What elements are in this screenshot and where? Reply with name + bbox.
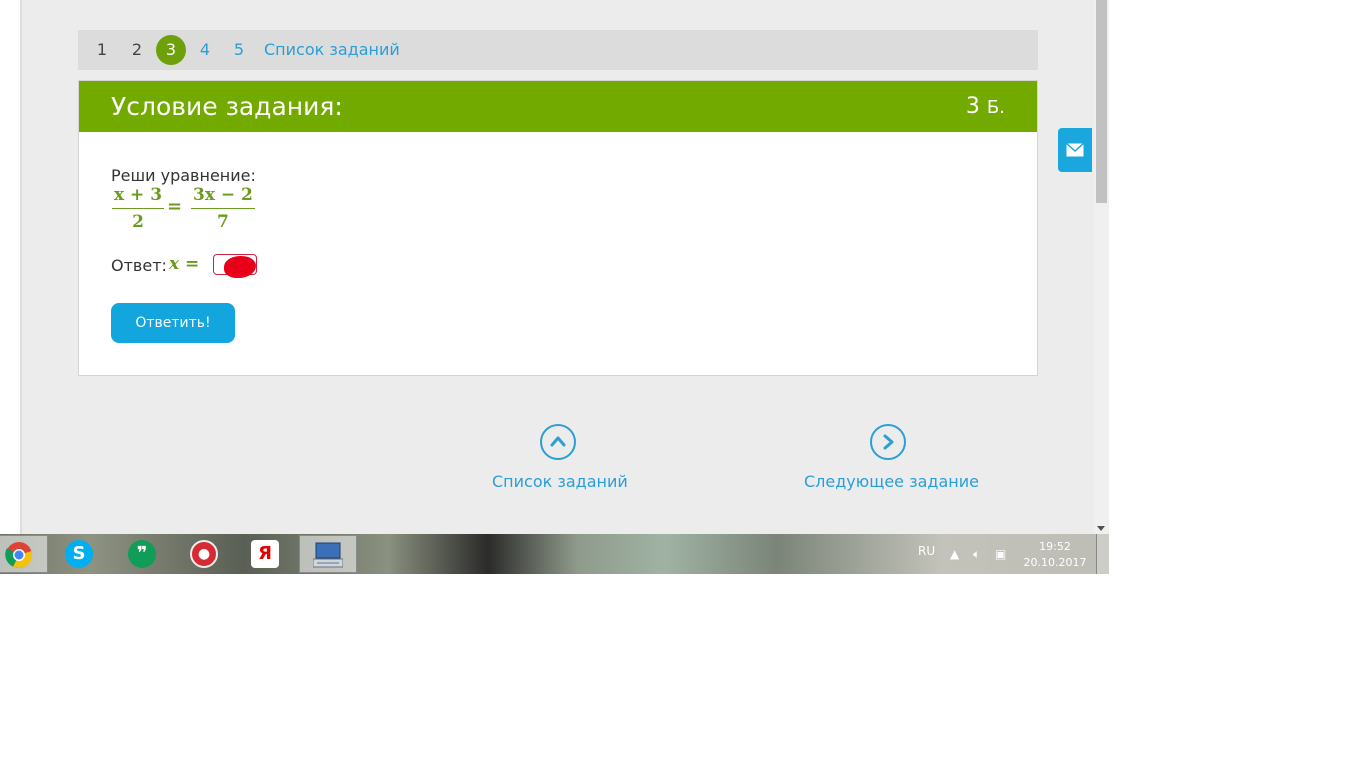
feedback-button[interactable] (1058, 128, 1092, 172)
equals-sign: = (167, 196, 183, 217)
scroll-down-arrow-icon[interactable] (1097, 526, 1105, 531)
submit-answer-button[interactable]: Ответить! (111, 303, 235, 343)
task-card: Условие задания: 3 Б. Реши уравнение: x … (78, 80, 1038, 376)
right-fraction: 3x − 2 7 (191, 185, 255, 232)
answer-variable: x = (169, 254, 200, 274)
keyboard-language[interactable]: RU (918, 544, 935, 558)
taskbar-chrome[interactable] (0, 535, 48, 573)
right-numerator: 3x − 2 (193, 185, 253, 205)
fraction-bar (191, 208, 255, 209)
clock-date: 20.10.2017 (1023, 556, 1087, 569)
show-desktop-button[interactable] (1096, 534, 1109, 574)
left-margin (0, 0, 22, 534)
yandex-icon: Я (251, 540, 279, 568)
record-icon: ● (190, 540, 218, 568)
page-link-1[interactable]: 1 (92, 30, 112, 70)
task-pagination: 1 2 3 4 5 Список заданий (78, 30, 1038, 70)
vertical-scrollbar[interactable] (1094, 0, 1109, 534)
red-scribble-overlay (224, 256, 256, 278)
network-icon[interactable]: ▣ (995, 547, 1006, 561)
volume-icon[interactable]: 🔈︎ (973, 547, 980, 562)
task-list-link[interactable]: Список заданий (264, 30, 400, 70)
task-header: Условие задания: 3 Б. (79, 81, 1037, 132)
left-numerator: x + 3 (114, 185, 163, 205)
task-list-nav-label: Список заданий (492, 472, 628, 491)
keyboard-icon (313, 542, 343, 568)
taskbar-media-player[interactable]: ● (175, 535, 233, 573)
task-prompt: Реши уравнение: (111, 166, 256, 185)
hangouts-icon: ❞ (128, 540, 156, 568)
chevron-up-icon (540, 424, 576, 460)
system-clock[interactable]: 19:52 20.10.2017 (1022, 539, 1088, 571)
page-current-3: 3 (156, 35, 186, 65)
answer-label: Ответ: (111, 256, 167, 275)
taskbar-yandex[interactable]: Я (236, 535, 294, 573)
taskbar: S ❞ ● Я RU ▲ 🔈︎ ▣ 19:52 20.10.2017 (0, 534, 1109, 574)
browser-viewport: 1 2 3 4 5 Список заданий Условие задания… (0, 0, 1109, 574)
page-link-2[interactable]: 2 (127, 30, 147, 70)
page-link-4[interactable]: 4 (195, 30, 215, 70)
fraction-bar (112, 208, 165, 209)
scrollbar-thumb[interactable] (1096, 0, 1107, 203)
score-unit: Б. (986, 97, 1005, 118)
answer-input[interactable] (213, 254, 257, 278)
task-title: Условие задания: (111, 92, 343, 121)
skype-icon: S (65, 540, 93, 568)
chevron-right-icon (870, 424, 906, 460)
page-link-5[interactable]: 5 (229, 30, 249, 70)
clock-time: 19:52 (1039, 540, 1071, 553)
taskbar-hangouts[interactable]: ❞ (113, 535, 171, 573)
task-list-nav[interactable]: Список заданий (492, 424, 628, 491)
chrome-icon (5, 542, 33, 569)
task-score: 3 Б. (966, 81, 1005, 133)
left-fraction: x + 3 2 (112, 185, 165, 232)
tray-expand-icon[interactable]: ▲ (950, 547, 959, 561)
mail-icon (1066, 143, 1084, 157)
taskbar-skype[interactable]: S (50, 535, 108, 573)
next-task-nav[interactable]: Следующее задание (804, 424, 979, 491)
right-denominator: 7 (217, 212, 229, 232)
left-denominator: 2 (132, 212, 144, 232)
taskbar-keyboard[interactable] (299, 535, 357, 573)
next-task-nav-label: Следующее задание (804, 472, 979, 491)
score-value: 3 (965, 94, 980, 119)
